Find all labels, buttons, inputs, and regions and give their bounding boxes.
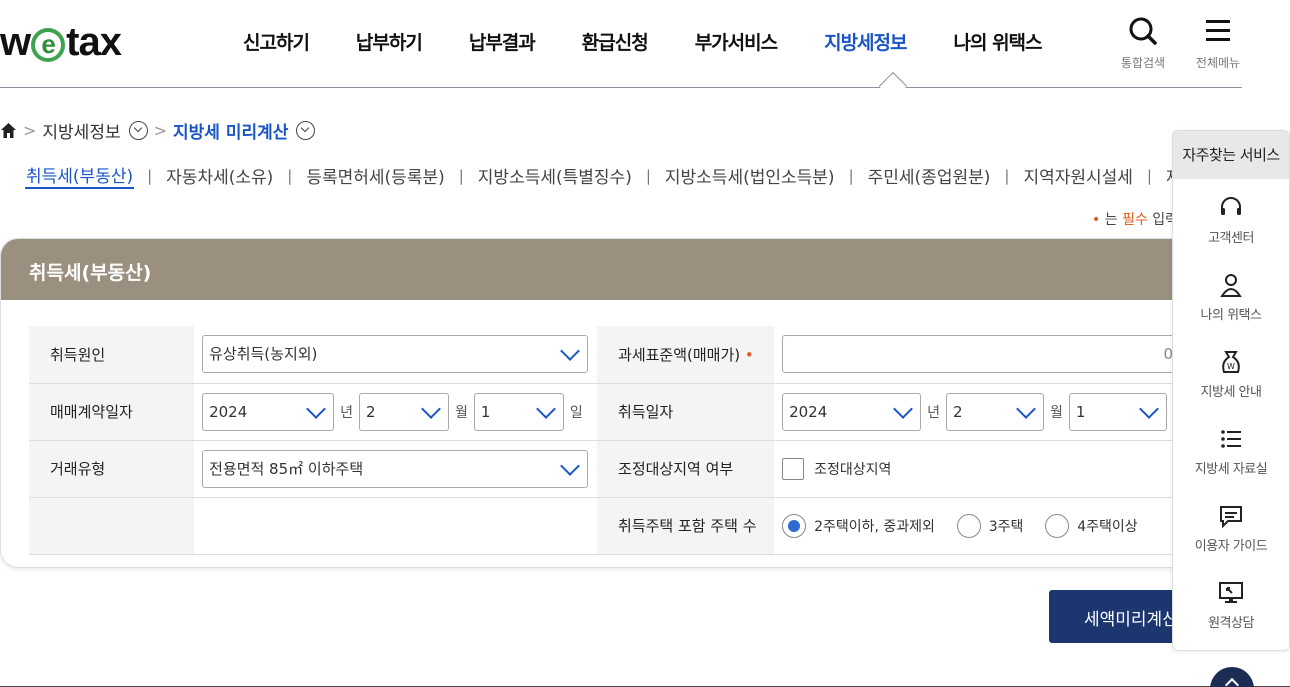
- adjust-area-checkbox[interactable]: [782, 457, 805, 480]
- quick-item-my-wetax[interactable]: 나의 위택스: [1173, 256, 1289, 333]
- house-count-radio-3[interactable]: [956, 513, 981, 538]
- house-count-radio-2-or-less[interactable]: [782, 513, 807, 538]
- chevron-down-icon: [893, 398, 913, 419]
- adjust-area-label: 조정대상지역 여부: [597, 440, 775, 498]
- home-icon[interactable]: [0, 122, 17, 139]
- all-menu-button[interactable]: 전체메뉴: [1188, 16, 1248, 71]
- tab-divider: |: [1004, 166, 1010, 185]
- nav-item-payment-result[interactable]: 납부결과: [469, 28, 536, 55]
- tab-divider: |: [848, 166, 854, 185]
- headset-icon: [1221, 197, 1241, 215]
- wetax-logo[interactable]: w e tax: [0, 20, 122, 65]
- contract-date-label: 매매계약일자: [29, 383, 195, 441]
- chevron-down-icon: [1016, 398, 1036, 419]
- cause-label: 취득원인: [29, 326, 195, 384]
- contract-month-select[interactable]: 2: [358, 392, 449, 431]
- acq-month-select[interactable]: 2: [945, 392, 1044, 431]
- cause-select[interactable]: 유상취득(농지외): [202, 335, 589, 374]
- house-count-radio-4-plus[interactable]: [1045, 513, 1070, 538]
- nav-item-pay[interactable]: 납부하기: [356, 28, 423, 55]
- tab-divider: |: [147, 166, 153, 185]
- chevron-down-icon: [560, 455, 580, 476]
- quick-menu: 자주찾는 서비스 고객센터 나의 위택스 W 지방세 안내 지방세 자료실 이용…: [1172, 130, 1290, 651]
- adjust-area-checkbox-label: 조정대상지역: [814, 461, 892, 478]
- chevron-down-circle-icon[interactable]: [128, 121, 148, 140]
- monitor-icon: [1219, 582, 1243, 603]
- breadcrumb: > 지방세정보 > 지방세 미리계산: [0, 118, 316, 143]
- calculator-form: 취득원인 유상취득(농지외) 과세표준액(매매가) • 0 매매계약일자 202…: [29, 326, 1199, 555]
- contract-year-select[interactable]: 2024: [202, 392, 335, 431]
- nav-item-file[interactable]: 신고하기: [243, 28, 310, 55]
- quick-item-local-tax-archive[interactable]: 지방세 자료실: [1173, 410, 1289, 487]
- scroll-to-top-button[interactable]: [1210, 667, 1254, 687]
- tab-local-income-tax-special[interactable]: 지방소득세(특별징수): [477, 163, 633, 188]
- tab-resident-tax[interactable]: 주민세(종업원분): [867, 163, 992, 188]
- acq-day-select[interactable]: 1: [1068, 392, 1167, 431]
- required-dot-icon: •: [744, 345, 754, 364]
- tab-regional-resource-tax[interactable]: 지역자원시설세: [1022, 163, 1133, 188]
- nav-item-my-wetax[interactable]: 나의 위택스: [954, 28, 1043, 55]
- quick-menu-title: 자주찾는 서비스: [1173, 131, 1289, 179]
- calculator-panel: 취득세(부동산) 취득원인 유상취득(농지외) 과세표준액(매매가) • 0 매…: [0, 238, 1200, 568]
- required-dot-icon: •: [1092, 212, 1101, 228]
- empty-value-cell: [194, 497, 598, 555]
- chevron-down-icon: [421, 398, 441, 419]
- site-header: w e tax 신고하기 납부하기 납부결과 환급신청 부가서비스 지방세정보 나의…: [0, 0, 1242, 88]
- tab-registration-license-tax[interactable]: 등록면허세(등록분): [305, 163, 445, 188]
- search-icon: [1129, 17, 1157, 45]
- tab-automobile-tax[interactable]: 자동차세(소유): [165, 163, 274, 188]
- svg-text:W: W: [1227, 362, 1235, 371]
- panel-title: 취득세(부동산): [1, 239, 1199, 300]
- money-bag-icon: W: [1222, 351, 1240, 373]
- breadcrumb-separator-icon: >: [153, 121, 168, 140]
- trade-type-select[interactable]: 전용면적 85㎡ 이하주택: [202, 449, 589, 488]
- empty-label-cell: [29, 497, 195, 555]
- chevron-down-icon: [1138, 398, 1159, 419]
- tab-divider: |: [458, 166, 464, 185]
- tab-local-income-tax-corporate[interactable]: 지방소득세(법인소득분): [664, 163, 836, 188]
- nav-item-refund[interactable]: 환급신청: [582, 28, 649, 55]
- tab-divider: |: [1146, 166, 1152, 185]
- tax-base-input[interactable]: 0: [782, 335, 1183, 374]
- contract-day-select[interactable]: 1: [473, 392, 564, 431]
- breadcrumb-level1[interactable]: 지방세정보: [42, 118, 120, 143]
- quick-item-customer-center[interactable]: 고객센터: [1173, 179, 1289, 256]
- acquisition-date-label: 취득일자: [597, 383, 775, 441]
- all-menu-label: 전체메뉴: [1195, 56, 1241, 70]
- chevron-down-circle-icon[interactable]: [296, 121, 316, 140]
- nav-item-local-tax-info[interactable]: 지방세정보: [824, 28, 907, 55]
- search-button[interactable]: 통합검색: [1113, 16, 1173, 71]
- breadcrumb-separator-icon: >: [23, 121, 37, 140]
- trade-type-label: 거래유형: [29, 440, 195, 498]
- quick-item-user-guide[interactable]: 이용자 가이드: [1173, 487, 1289, 564]
- tab-divider: |: [645, 166, 651, 185]
- nav-item-extra-services[interactable]: 부가서비스: [695, 28, 778, 55]
- tab-acquisition-tax[interactable]: 취득세(부동산): [25, 162, 135, 189]
- person-icon: [1220, 274, 1242, 297]
- house-count-label: 취득주택 포함 주택 수: [597, 497, 775, 555]
- chevron-down-icon: [560, 341, 580, 362]
- list-icon: [1221, 430, 1241, 448]
- quick-item-remote-support[interactable]: 원격상담: [1173, 564, 1289, 641]
- hamburger-icon: [1206, 20, 1230, 41]
- main-nav: 신고하기 납부하기 납부결과 환급신청 부가서비스 지방세정보 나의 위택스: [243, 28, 1089, 55]
- search-label: 통합검색: [1120, 56, 1166, 70]
- quick-item-local-tax-guide[interactable]: W 지방세 안내: [1173, 333, 1289, 410]
- breadcrumb-current[interactable]: 지방세 미리계산: [173, 118, 288, 143]
- chevron-down-icon: [306, 398, 326, 419]
- chat-bubble-icon: [1220, 506, 1242, 529]
- tax-type-tabs: 취득세(부동산) | 자동차세(소유) | 등록면허세(등록분) | 지방소득세…: [25, 162, 1175, 189]
- acq-year-select[interactable]: 2024: [782, 392, 922, 431]
- chevron-down-icon: [535, 398, 556, 419]
- tax-base-label: 과세표준액(매매가) •: [597, 326, 775, 384]
- tab-divider: |: [287, 166, 293, 185]
